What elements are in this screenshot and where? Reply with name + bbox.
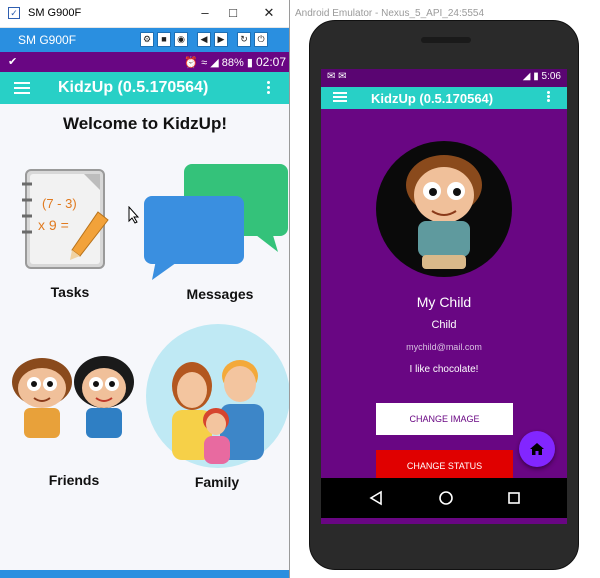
chat-bubbles-icon	[144, 164, 288, 280]
change-image-button[interactable]: CHANGE IMAGE	[376, 403, 513, 435]
power-icon[interactable]: ⏻	[254, 32, 268, 47]
welcome-heading: Welcome to KidzUp!	[62, 114, 228, 133]
menu-icon[interactable]	[14, 82, 30, 94]
video-record-icon[interactable]: ■	[157, 32, 171, 47]
volume-down-icon[interactable]: ◀	[197, 32, 211, 47]
overflow-menu-icon[interactable]	[267, 81, 271, 96]
app-toolbar: KidzUp (0.5.170564)	[321, 87, 567, 109]
svg-text:(7 - 3): (7 - 3)	[42, 196, 77, 211]
home-icon	[530, 443, 544, 455]
signal-icon: ◢	[210, 57, 219, 69]
app-title: KidzUp (0.5.170564)	[58, 79, 209, 96]
device-name: SM G900F	[18, 33, 77, 47]
phone-status-bar: ✉ ✉ ◢ ▮ 5:06	[321, 69, 567, 87]
phone-screen: ✉ ✉ ◢ ▮ 5:06 KidzUp (0.5.170564) My Chil…	[321, 69, 567, 524]
alarm-icon: ⏰	[184, 57, 199, 69]
volume-up-icon[interactable]: ▶	[214, 32, 228, 47]
menu-icon[interactable]	[333, 92, 347, 103]
home-nav-icon[interactable]	[438, 490, 454, 506]
check-notification-icon: ✔	[8, 56, 18, 68]
status-time: 5:06	[541, 71, 561, 82]
tile-label: Tasks	[50, 284, 90, 300]
mirror-window: ✓ SM G900F – □ ✕ SM G900F ⚙ ■ ◉ ◀ ▶ ↻ ⏻ …	[0, 0, 290, 578]
minimize-icon[interactable]: –	[194, 4, 216, 22]
rotate-icon[interactable]: ↻	[237, 32, 251, 47]
profile-status-message: I like chocolate!	[409, 364, 479, 375]
task-notepad-icon: (7 - 3) x 9 =	[22, 169, 109, 269]
tile-tasks[interactable]: (7 - 3) x 9 = Tasks	[10, 164, 130, 304]
mouse-cursor-icon	[128, 206, 140, 224]
signal-icon: ◢	[522, 71, 531, 82]
tile-friends[interactable]: Friends	[4, 354, 144, 494]
home-content: Welcome to KidzUp! (7 - 3) x 9 = Tasks M…	[0, 104, 289, 578]
phone-frame: ✉ ✉ ◢ ▮ 5:06 KidzUp (0.5.170564) My Chil…	[309, 20, 579, 570]
profile-role: Child	[431, 319, 457, 331]
phone-status-bar: ✔ ⏰ ≈ ◢ 88% ▮ 02:07	[0, 52, 289, 72]
status-icons: ◢ ▮ 5:06	[523, 71, 561, 82]
recents-icon[interactable]	[507, 491, 521, 505]
emulator-window: Android Emulator - Nexus_5_API_24:5554 ✉…	[291, 0, 600, 578]
back-icon[interactable]	[369, 490, 383, 506]
home-fab-button[interactable]	[519, 431, 555, 467]
window-title-bar: ✓ SM G900F – □ ✕	[0, 0, 289, 28]
status-icons: ⏰ ≈ ◢ 88% ▮ 02:07	[184, 55, 286, 69]
app-title: KidzUp (0.5.170564)	[371, 91, 494, 106]
window-app-icon: ✓	[8, 7, 20, 19]
tile-messages[interactable]: Messages	[140, 162, 289, 304]
friends-kids-icon	[12, 356, 134, 438]
window-bottom-edge	[0, 570, 289, 578]
battery-icon: ▮	[246, 57, 253, 69]
svg-text:x 9 =: x 9 =	[38, 217, 69, 233]
tile-family[interactable]: Family	[144, 324, 289, 496]
settings-icon[interactable]: ⚙	[140, 32, 154, 47]
family-group-icon	[146, 324, 289, 468]
emulator-title: Android Emulator - Nexus_5_API_24:5554	[295, 8, 485, 19]
tile-label: Messages	[186, 286, 254, 302]
profile-email: mychild@mail.com	[406, 342, 482, 352]
window-title: SM G900F	[28, 7, 82, 19]
phone-speaker	[421, 37, 471, 43]
status-time: 02:07	[255, 55, 286, 69]
tile-label: Family	[194, 474, 240, 490]
close-icon[interactable]: ✕	[258, 4, 280, 22]
overflow-menu-icon[interactable]	[547, 91, 551, 104]
maximize-icon[interactable]: □	[222, 4, 244, 22]
app-toolbar: KidzUp (0.5.170564)	[0, 72, 289, 104]
profile-name: My Child	[416, 294, 472, 310]
battery-percent: 88%	[221, 57, 244, 69]
wifi-icon: ≈	[201, 57, 208, 69]
notification-icons: ✉ ✉	[327, 71, 347, 82]
android-nav-bar	[321, 478, 567, 518]
camera-icon[interactable]: ◉	[174, 32, 188, 47]
battery-icon: ▮	[533, 71, 539, 82]
device-control-bar: SM G900F ⚙ ■ ◉ ◀ ▶ ↻ ⏻	[0, 28, 289, 52]
child-avatar-icon	[406, 155, 482, 269]
tile-label: Friends	[48, 472, 100, 488]
profile-avatar[interactable]	[376, 141, 512, 277]
